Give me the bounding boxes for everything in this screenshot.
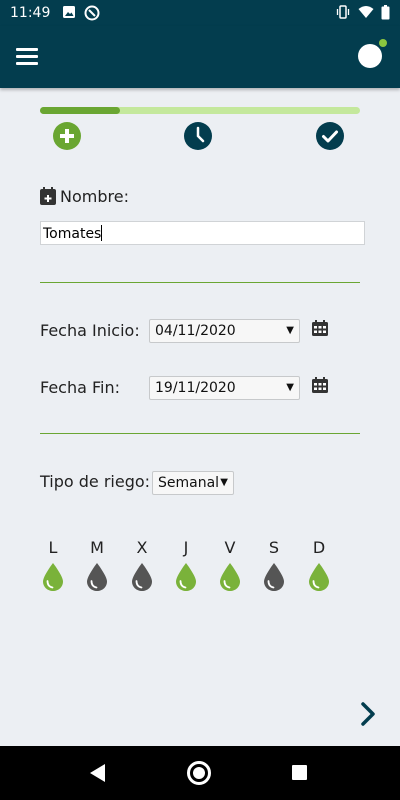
day-letter: J — [183, 538, 189, 557]
battery-icon — [381, 5, 390, 20]
name-value: Tomates — [43, 226, 102, 242]
recents-icon[interactable] — [292, 765, 307, 780]
irrigation-type-label: Tipo de riego: — [40, 472, 151, 491]
start-date-select[interactable]: 04/11/2020 ▼ — [149, 319, 300, 343]
status-time: 11:49 — [10, 5, 51, 21]
step-schedule[interactable] — [184, 122, 212, 150]
irrigation-type-select[interactable]: Semanal ▼ — [152, 471, 234, 495]
do-not-disturb-icon — [84, 5, 100, 21]
water-drop-active-icon — [176, 563, 196, 591]
water-drop-active-icon — [43, 563, 63, 591]
check-circle-icon — [316, 122, 344, 150]
divider — [40, 282, 360, 283]
day-letter: V — [224, 538, 236, 557]
day-toggle-d[interactable]: D — [307, 538, 331, 592]
end-date-value: 19/11/2020 — [155, 380, 236, 396]
calendar-icon[interactable] — [312, 320, 328, 336]
name-label: Nombre: — [60, 187, 129, 206]
app-bar — [0, 26, 400, 88]
step-add[interactable] — [53, 122, 81, 150]
day-letter: S — [268, 538, 280, 557]
day-toggle-v[interactable]: V — [218, 538, 242, 592]
end-date-label: Fecha Fin: — [40, 378, 121, 397]
status-bar: 11:49 — [0, 0, 400, 26]
progress-fill — [40, 107, 120, 114]
water-drop-inactive-icon — [132, 563, 152, 591]
day-letter: D — [312, 538, 326, 557]
system-nav-bar — [0, 746, 400, 800]
water-drop-inactive-icon — [87, 563, 107, 591]
hamburger-menu-icon[interactable] — [16, 48, 40, 66]
calendar-icon[interactable] — [312, 377, 328, 393]
day-toggle-l[interactable]: L — [41, 538, 65, 592]
day-toggle-m[interactable]: M — [85, 538, 109, 592]
notification-dot — [379, 39, 387, 47]
day-toggle-j[interactable]: J — [174, 538, 198, 592]
dropdown-arrow-icon: ▼ — [286, 382, 294, 393]
vibrate-icon — [336, 5, 350, 19]
wifi-icon — [358, 6, 374, 18]
dropdown-arrow-icon: ▼ — [220, 477, 228, 488]
start-date-label: Fecha Inicio: — [40, 321, 140, 340]
water-drop-active-icon — [309, 563, 329, 591]
step-confirm[interactable] — [316, 122, 344, 150]
water-drop-active-icon — [220, 563, 240, 591]
start-date-value: 04/11/2020 — [155, 323, 236, 339]
text-caret — [101, 225, 103, 241]
day-letter: X — [136, 538, 148, 557]
calendar-plus-icon — [40, 187, 56, 205]
clock-icon — [184, 122, 212, 150]
add-circle-icon — [53, 122, 81, 150]
next-arrow-icon[interactable] — [358, 700, 380, 728]
photo-icon — [63, 6, 75, 18]
end-date-select[interactable]: 19/11/2020 ▼ — [149, 376, 300, 400]
name-field[interactable]: Tomates — [40, 221, 365, 245]
day-toggle-s[interactable]: S — [262, 538, 286, 592]
day-toggle-x[interactable]: X — [130, 538, 154, 592]
water-drop-inactive-icon — [264, 563, 284, 591]
divider — [40, 433, 360, 434]
dropdown-arrow-icon: ▼ — [286, 325, 294, 336]
back-icon[interactable] — [90, 764, 106, 782]
avatar[interactable] — [358, 39, 387, 68]
day-letter: L — [48, 538, 58, 557]
day-letter: M — [90, 538, 104, 557]
irrigation-type-value: Semanal — [158, 475, 220, 491]
progress-bar — [40, 107, 360, 114]
home-icon[interactable] — [187, 761, 211, 785]
